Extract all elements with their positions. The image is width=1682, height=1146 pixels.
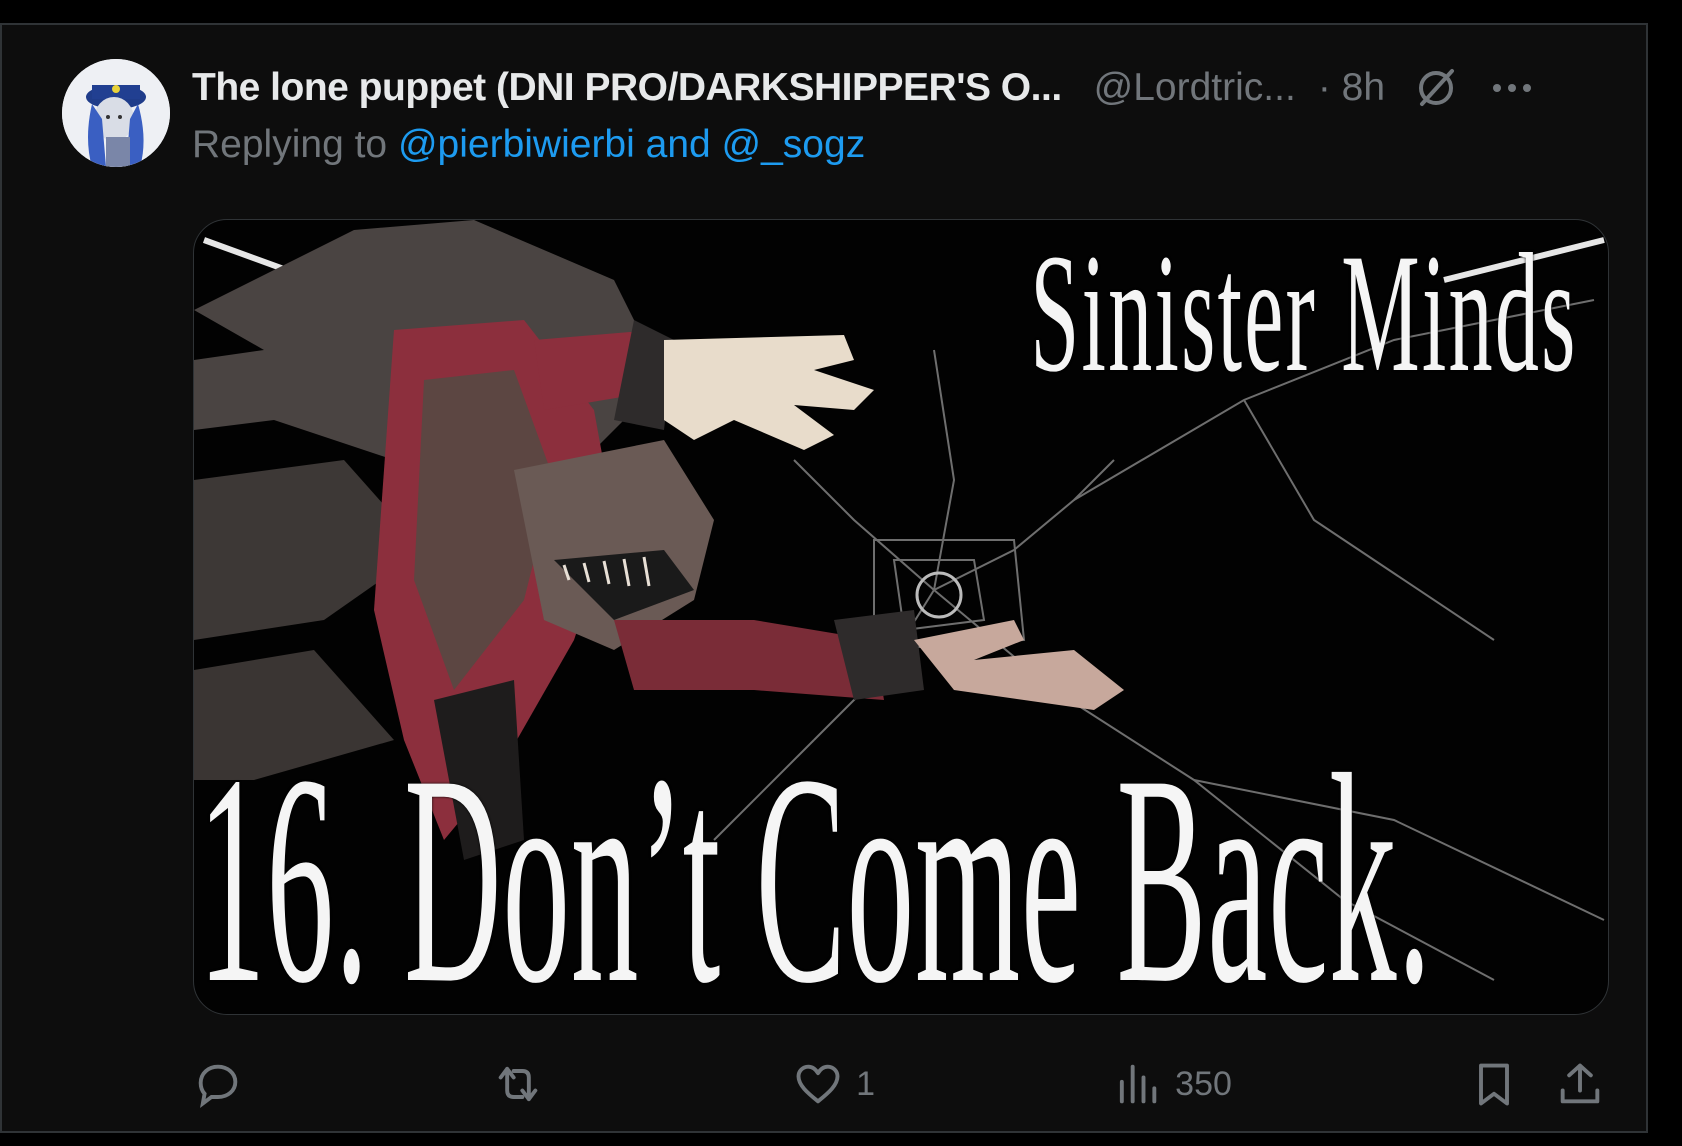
secondary-actions bbox=[1468, 1058, 1606, 1110]
timestamp[interactable]: · 8h bbox=[1318, 66, 1385, 110]
avatar[interactable] bbox=[62, 59, 170, 167]
author-handle[interactable]: @Lordtric... bbox=[1094, 66, 1296, 110]
author-name[interactable]: The lone puppet (DNI PRO/DARKSHIPPER'S O… bbox=[192, 66, 1062, 110]
repost-icon bbox=[498, 1066, 538, 1102]
tweet-header: The lone puppet (DNI PRO/DARKSHIPPER'S O… bbox=[192, 63, 1606, 113]
bookmark-button[interactable] bbox=[1468, 1058, 1520, 1110]
views-icon bbox=[1120, 1064, 1157, 1104]
tweet-actions: 1 350 bbox=[192, 1049, 1606, 1119]
tweet-media-image[interactable]: Sinister Minds 16. Don’t Come Back. bbox=[193, 219, 1609, 1015]
like-count: 1 bbox=[856, 1064, 876, 1103]
tweet-article[interactable]: The lone puppet (DNI PRO/DARKSHIPPER'S O… bbox=[0, 23, 1648, 1133]
like-button[interactable]: 1 bbox=[792, 1058, 875, 1110]
replying-to: Replying to @pierbiwierbi and @_sogz bbox=[192, 123, 865, 167]
replying-prefix: Replying to bbox=[192, 123, 398, 166]
track-title-text: 16. Don’t Come Back. bbox=[198, 713, 1433, 1015]
reply-button[interactable] bbox=[192, 1058, 256, 1110]
reply-mentions[interactable]: @pierbiwierbi and @_sogz bbox=[398, 123, 865, 166]
like-icon bbox=[796, 1064, 840, 1104]
views-count: 350 bbox=[1175, 1064, 1232, 1103]
album-title-text: Sinister Minds bbox=[1030, 219, 1578, 407]
more-icon[interactable] bbox=[1487, 63, 1537, 113]
reply-icon bbox=[198, 1064, 238, 1109]
grok-icon[interactable] bbox=[1411, 63, 1461, 113]
share-button[interactable] bbox=[1554, 1058, 1606, 1110]
views-button[interactable]: 350 bbox=[1111, 1058, 1232, 1110]
share-icon bbox=[1560, 1063, 1600, 1104]
repost-button[interactable] bbox=[492, 1058, 556, 1110]
bookmark-icon bbox=[1479, 1063, 1509, 1106]
